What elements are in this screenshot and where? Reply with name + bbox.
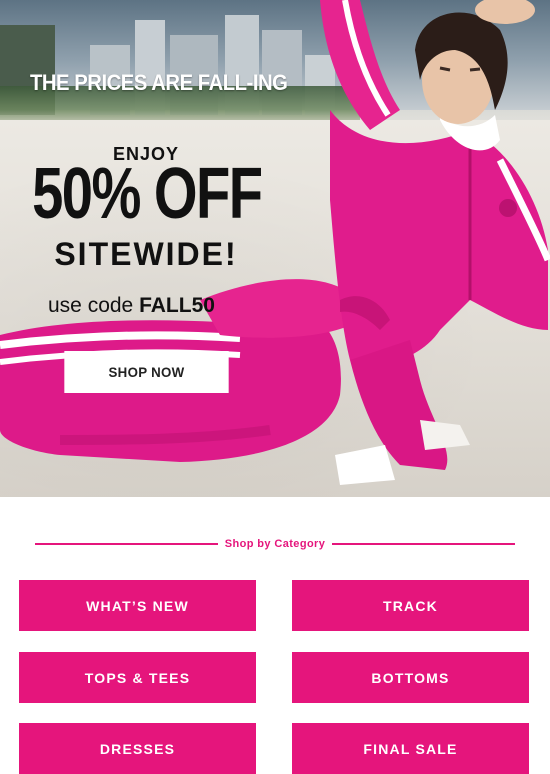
hero-tagline: THE PRICES ARE FALL-ING	[30, 70, 288, 95]
promo-code-prefix: use code	[48, 294, 140, 317]
shop-now-button[interactable]: SHOP NOW	[64, 351, 229, 393]
category-dresses-button[interactable]: DRESSES	[19, 723, 256, 774]
hero-sitewide-text: SITEWIDE!	[54, 236, 238, 272]
category-heading: Shop by Category	[35, 535, 515, 553]
category-track-button[interactable]: TRACK	[292, 580, 529, 631]
category-tops-tees-button[interactable]: TOPS & TEES	[19, 652, 256, 703]
category-heading-label: Shop by Category	[224, 538, 326, 550]
category-whats-new-button[interactable]: WHAT’S NEW	[19, 580, 256, 631]
heading-rule-right	[332, 543, 515, 545]
hero-discount-headline: 50% OFF	[32, 154, 263, 234]
hero-banner[interactable]: THE PRICES ARE FALL-ING ENJOY 50% OFF SI…	[0, 0, 550, 497]
category-final-sale-button[interactable]: FINAL SALE	[292, 723, 529, 774]
heading-rule-left	[35, 543, 218, 545]
category-bottoms-button[interactable]: BOTTOMS	[292, 652, 529, 703]
promo-code: FALL50	[139, 294, 215, 317]
promo-code-line: use code FALL50	[48, 294, 215, 318]
